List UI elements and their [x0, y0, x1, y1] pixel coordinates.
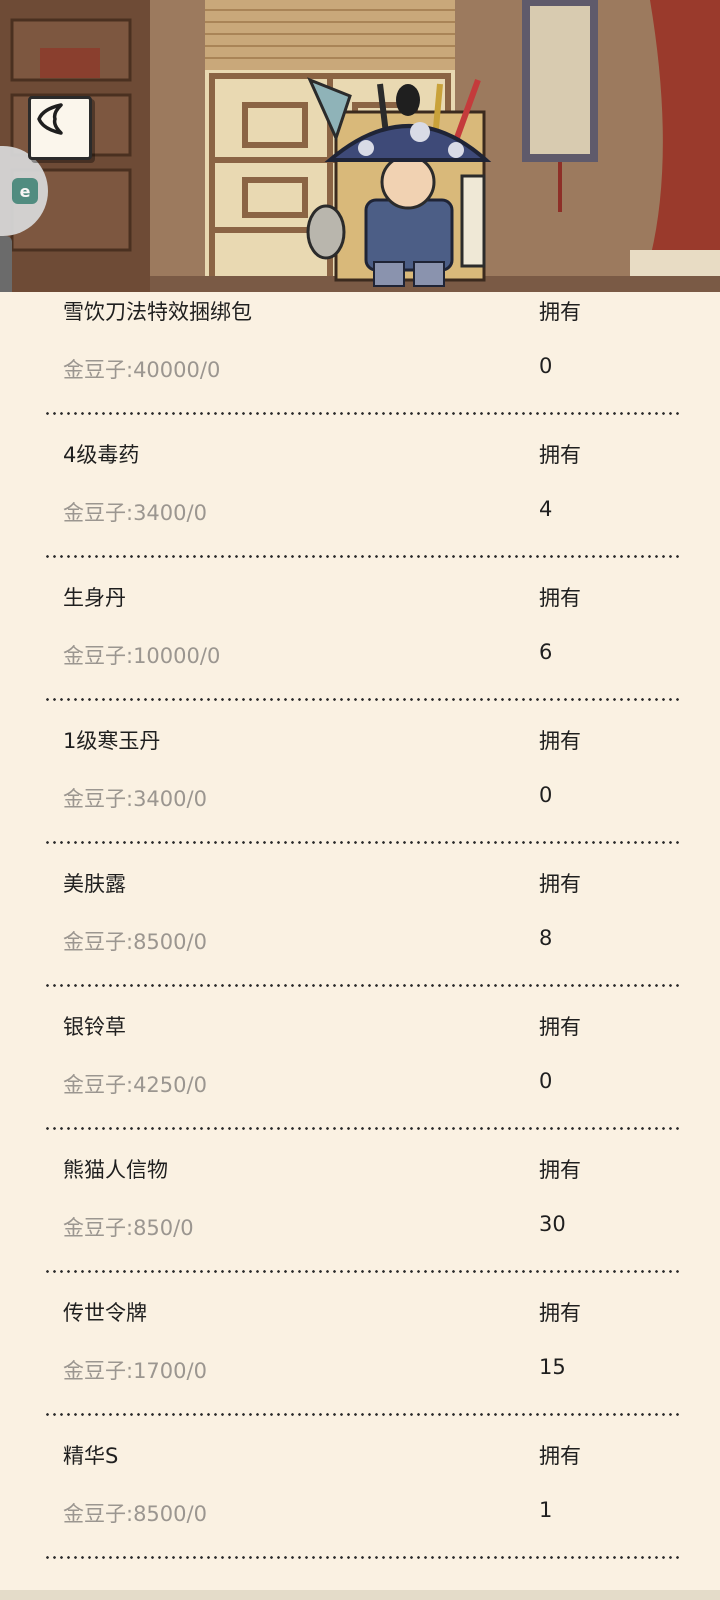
item-list: 雪饮刀法特效捆绑包 拥有 金豆子:40000/0 0 4级毒药 拥有 金豆子:3…	[0, 288, 720, 1575]
item-name: 1级寒玉丹	[63, 729, 161, 753]
item-name: 精华S	[63, 1444, 119, 1468]
dotted-divider	[44, 1270, 680, 1273]
owned-label: 拥有	[539, 729, 581, 753]
item-price: 金豆子:40000/0	[63, 358, 221, 382]
dotted-divider	[44, 984, 680, 987]
owned-count: 0	[539, 783, 553, 807]
owned-count: 0	[539, 1069, 553, 1093]
owned-count: 4	[539, 497, 553, 521]
list-item[interactable]: 熊猫人信物 拥有 金豆子:850/0 30	[0, 1146, 720, 1289]
owned-count: 8	[539, 926, 553, 950]
owned-label: 拥有	[539, 872, 581, 896]
chevron-left-icon	[37, 103, 63, 135]
owned-count: 30	[539, 1212, 566, 1236]
list-item[interactable]: 4级毒药 拥有 金豆子:3400/0 4	[0, 431, 720, 574]
dotted-divider	[44, 698, 680, 701]
owned-label: 拥有	[539, 586, 581, 610]
dotted-divider	[44, 555, 680, 558]
owned-label: 拥有	[539, 443, 581, 467]
item-price: 金豆子:1700/0	[63, 1359, 207, 1383]
owned-count: 0	[539, 354, 553, 378]
item-name: 传世令牌	[63, 1301, 147, 1325]
owned-label: 拥有	[539, 1015, 581, 1039]
list-item[interactable]: 雪饮刀法特效捆绑包 拥有 金豆子:40000/0 0	[0, 288, 720, 431]
item-name: 生身丹	[63, 586, 126, 610]
dotted-divider	[44, 841, 680, 844]
owned-count: 6	[539, 640, 553, 664]
item-price: 金豆子:4250/0	[63, 1073, 207, 1097]
dotted-divider	[44, 1556, 680, 1559]
item-name: 美肤露	[63, 872, 126, 896]
owned-count: 1	[539, 1498, 553, 1522]
owned-label: 拥有	[539, 1158, 581, 1182]
item-price: 金豆子:10000/0	[63, 644, 221, 668]
dotted-divider	[44, 1127, 680, 1130]
bottom-edge	[0, 1590, 720, 1600]
item-name: 银铃草	[63, 1015, 126, 1039]
item-name: 雪饮刀法特效捆绑包	[63, 300, 252, 324]
item-name: 4级毒药	[63, 443, 140, 467]
item-price: 金豆子:8500/0	[63, 930, 207, 954]
owned-count: 15	[539, 1355, 566, 1379]
list-item[interactable]: 1级寒玉丹 拥有 金豆子:3400/0 0	[0, 717, 720, 860]
app-shortcut-icon: e	[12, 178, 38, 204]
list-item[interactable]: 传世令牌 拥有 金豆子:1700/0 15	[0, 1289, 720, 1432]
list-item[interactable]: 银铃草 拥有 金豆子:4250/0 0	[0, 1003, 720, 1146]
header-banner: e	[0, 0, 720, 292]
owned-label: 拥有	[539, 300, 581, 324]
list-item[interactable]: 美肤露 拥有 金豆子:8500/0 8	[0, 860, 720, 1003]
left-edge-handle[interactable]	[0, 236, 12, 292]
item-price: 金豆子:3400/0	[63, 501, 207, 525]
item-name: 熊猫人信物	[63, 1158, 168, 1182]
item-price: 金豆子:8500/0	[63, 1502, 207, 1526]
merchant-illustration	[0, 0, 720, 292]
owned-label: 拥有	[539, 1301, 581, 1325]
list-item[interactable]: 精华S 拥有 金豆子:8500/0 1	[0, 1432, 720, 1575]
dotted-divider	[44, 412, 680, 415]
list-item[interactable]: 生身丹 拥有 金豆子:10000/0 6	[0, 574, 720, 717]
dotted-divider	[44, 1413, 680, 1416]
item-price: 金豆子:850/0	[63, 1216, 194, 1240]
item-price: 金豆子:3400/0	[63, 787, 207, 811]
owned-label: 拥有	[539, 1444, 581, 1468]
back-button[interactable]	[28, 96, 92, 160]
